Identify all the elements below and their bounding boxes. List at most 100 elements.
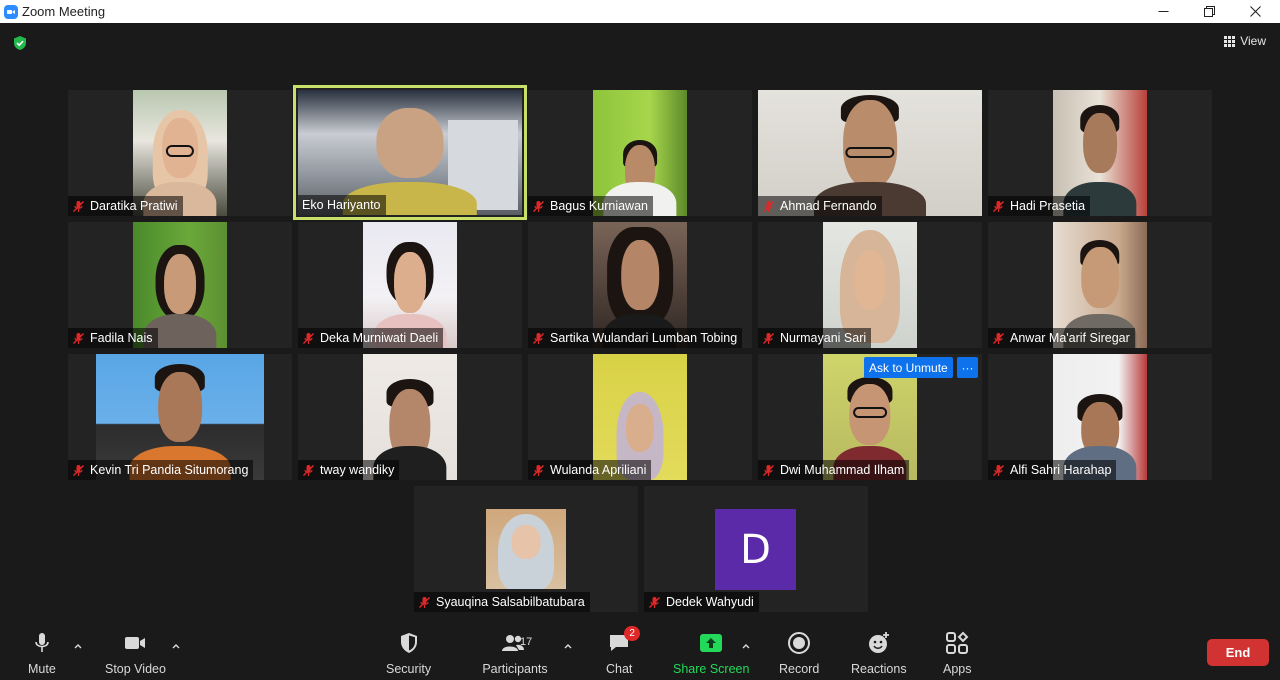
participant-tile[interactable]: Kevin Tri Pandia Situmorang [68,354,292,480]
zoom-meeting-window: Zoom Meeting View Daratika Pratiwi Eko H… [0,0,1280,680]
record-label: Record [779,662,820,676]
apps-label: Apps [943,662,972,676]
participant-tile[interactable]: Syauqina Salsabilbatubara [414,486,638,612]
share-screen-button[interactable]: Share Screen [673,630,749,678]
participant-name: Sartika Wulandari Lumban Tobing [550,331,738,345]
title-bar: Zoom Meeting [0,0,1280,23]
restore-button[interactable] [1186,0,1232,23]
mic-muted-icon [649,596,660,608]
reactions-button[interactable]: Reactions [851,630,907,678]
participant-name-bar: Anwar Ma'arif Siregar [988,328,1135,348]
chevron-up-icon [564,644,572,649]
mic-muted-icon [73,464,84,476]
participant-name-bar: Dedek Wahyudi [644,592,759,612]
participant-tile[interactable]: D Dedek Wahyudi [644,486,868,612]
mic-muted-icon [303,464,314,476]
view-label: View [1240,34,1266,48]
participant-tile[interactable]: tway wandiky [298,354,522,480]
mic-muted-icon [533,200,544,212]
close-button[interactable] [1232,0,1278,23]
microphone-icon [35,633,49,652]
participant-tile[interactable]: Nurmayani Sari [758,222,982,348]
encryption-shield-icon[interactable] [12,35,28,51]
participant-name: Deka Murniwati Daeli [320,331,439,345]
minimize-icon [1158,11,1168,12]
window-title: Zoom Meeting [22,4,106,19]
participant-tile[interactable]: Ahmad Fernando [758,90,982,216]
participant-name: Dedek Wahyudi [666,595,754,609]
share-options-caret[interactable] [741,638,751,649]
participant-tile-active-speaker[interactable]: Eko Hariyanto [293,85,527,220]
participant-name: Eko Hariyanto [302,198,381,212]
reactions-label: Reactions [851,662,907,676]
participant-name: Nurmayani Sari [780,331,867,345]
end-meeting-button[interactable]: End [1207,639,1269,666]
video-camera-icon [125,637,146,649]
minimize-button[interactable] [1140,0,1186,23]
participant-name-bar: Ahmad Fernando [758,196,882,216]
mute-button[interactable]: Mute [28,630,56,678]
participant-name: Alfi Sahri Harahap [1010,463,1112,477]
participant-name-bar: Syauqina Salsabilbatubara [414,592,590,612]
record-button[interactable]: Record [779,630,819,678]
participant-tile[interactable]: Alfi Sahri Harahap [988,354,1212,480]
mic-muted-icon [763,200,774,212]
participant-name-bar: Kevin Tri Pandia Situmorang [68,460,254,480]
participant-name: Ahmad Fernando [780,199,877,213]
share-screen-label: Share Screen [673,662,750,676]
participant-name-bar: Daratika Pratiwi [68,196,183,216]
audio-options-caret[interactable] [73,638,83,649]
security-label: Security [386,662,432,676]
record-icon [788,632,811,654]
participant-name: Hadi Prasetia [1010,199,1086,213]
mic-muted-icon [993,332,1004,344]
restore-icon [1203,6,1215,17]
participant-name-bar: Bagus Kurniawan [528,196,653,216]
participant-name: Dwi Muhammad Ilham [780,463,905,477]
mic-muted-icon [73,200,84,212]
participant-name-bar: Dwi Muhammad Ilham [758,460,910,480]
participant-name-bar: Fadila Nais [68,328,158,348]
mute-label: Mute [28,662,56,676]
zoom-app-icon [4,4,18,19]
chevron-up-icon [74,644,82,649]
participant-tile[interactable]: Daratika Pratiwi [68,90,292,216]
chevron-up-icon [742,644,750,649]
close-icon [1249,6,1261,17]
participant-tile[interactable]: Bagus Kurniawan [528,90,752,216]
participant-tile[interactable]: Anwar Ma'arif Siregar [988,222,1212,348]
participant-tile[interactable]: Wulanda Apriliani [528,354,752,480]
participant-tile[interactable]: Fadila Nais [68,222,292,348]
participants-options-caret[interactable] [563,638,573,649]
participant-tile[interactable]: Deka Murniwati Daeli [298,222,522,348]
participant-name-bar: Deka Murniwati Daeli [298,328,444,348]
participant-name-bar: Nurmayani Sari [758,328,872,348]
meeting-toolbar: Mute Stop Video Security 17 Participants… [0,622,1280,680]
chevron-up-icon [172,644,180,649]
mic-muted-icon [419,596,430,608]
grid-view-icon [1224,35,1236,47]
participant-name: Wulanda Apriliani [550,463,647,477]
chat-label: Chat [606,662,633,676]
view-button[interactable]: View [1224,32,1266,50]
video-options-caret[interactable] [171,638,181,649]
participant-name: Fadila Nais [90,331,153,345]
apps-button[interactable]: Apps [943,630,972,678]
apps-icon [946,631,969,654]
participant-tile[interactable]: Sartika Wulandari Lumban Tobing [528,222,752,348]
participants-count: 17 [520,636,533,648]
participant-tile[interactable]: Hadi Prasetia [988,90,1212,216]
participant-name: Syauqina Salsabilbatubara [436,595,585,609]
participants-button[interactable]: 17 Participants [481,630,549,678]
stop-video-button[interactable]: Stop Video [105,630,166,678]
participant-name-bar: Eko Hariyanto [298,195,386,215]
mic-muted-icon [533,464,544,476]
emoji-reaction-icon [868,632,889,653]
participant-name: Anwar Ma'arif Siregar [1010,331,1130,345]
participant-name: Kevin Tri Pandia Situmorang [90,463,249,477]
ask-to-unmute-button[interactable]: Ask to Unmute [864,357,953,378]
participants-label: Participants [482,662,548,676]
chat-button[interactable]: 2 Chat [606,626,641,678]
security-button[interactable]: Security [386,630,431,678]
more-options-button[interactable]: ··· [957,357,978,378]
